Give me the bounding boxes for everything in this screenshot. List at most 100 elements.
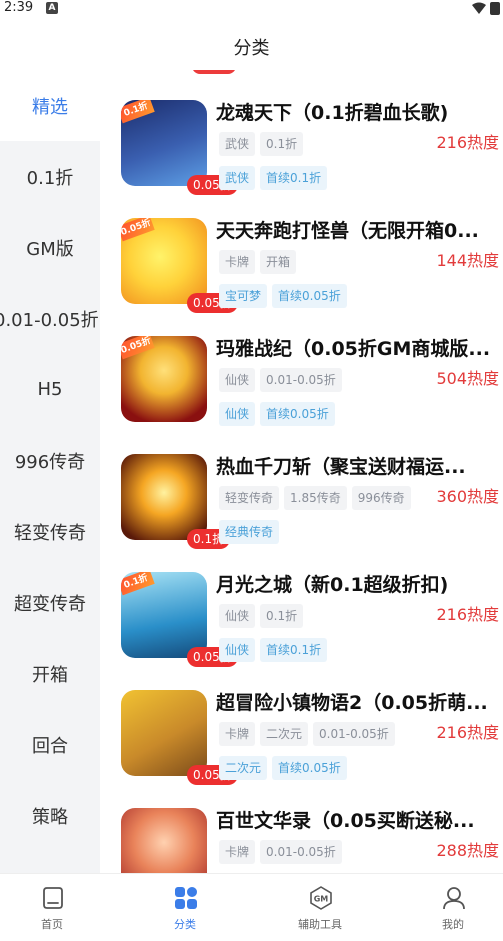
tag-row: 二次元 首续0.05折 (219, 756, 347, 780)
game-title: 玛雅战纪（0.05折GM商城版... (216, 338, 491, 360)
game-card[interactable]: 0.05折 0.05折 天天奔跑打怪兽（无限开箱0... 卡牌 开箱 宝可梦 首… (100, 188, 503, 313)
game-icon: 0.05折 (121, 218, 207, 304)
game-icon: 0.05折 (121, 336, 207, 422)
game-title: 天天奔跑打怪兽（无限开箱0... (216, 220, 479, 242)
game-icon (121, 690, 207, 776)
game-card[interactable]: 0.1折 0.05折 月光之城（新0.1超级折扣) 仙侠 0.1折 仙侠 首续0… (100, 542, 503, 667)
gm-tool-icon: GM (310, 886, 332, 910)
tag: 卡牌 (219, 250, 256, 274)
tag-row: 武侠 0.1折 (219, 132, 304, 156)
nav-tools[interactable]: GM 辅助工具 (270, 874, 370, 941)
bottom-nav: 首页 分类 GM 辅助工具 我的 (0, 873, 503, 941)
game-card[interactable]: 百世文华录（0.05买断送秘... 卡牌 0.01-0.05折 288热度 (100, 778, 503, 873)
tag: 0.01-0.05折 (260, 368, 342, 392)
nav-label: 首页 (41, 918, 63, 931)
nav-category[interactable]: 分类 (135, 874, 235, 941)
tag-row: 卡牌 开箱 (219, 250, 297, 274)
sidebar-item-0-1-discount[interactable]: 0.1折 (0, 141, 100, 212)
heat-value: 360热度 (436, 487, 499, 506)
sidebar-item-strategy[interactable]: 策略 (0, 780, 100, 851)
game-title: 热血千刀斩（聚宝送财福运... (216, 456, 466, 478)
sidebar-item-label: 开箱 (32, 664, 68, 686)
tag: 开箱 (260, 250, 297, 274)
tag: 首续0.05折 (260, 402, 335, 426)
category-sidebar: 精选 0.1折 GM版 0.01-0.05折 H5 996传奇 轻变传奇 超变传… (0, 70, 100, 873)
tag-row: 卡牌 0.01-0.05折 (219, 840, 342, 864)
game-card[interactable]: 0.1折 热血千刀斩（聚宝送财福运... 轻变传奇 1.85传奇 996传奇 经… (100, 424, 503, 549)
heat-value: 216热度 (436, 605, 499, 624)
tag: 仙侠 (219, 604, 256, 628)
tag-row: 经典传奇 (219, 520, 280, 544)
sidebar-item-label: 回合 (32, 735, 68, 757)
tag: 武侠 (219, 166, 256, 190)
game-title: 月光之城（新0.1超级折扣) (216, 574, 449, 596)
tag-row: 轻变传奇 1.85传奇 996传奇 (219, 486, 411, 510)
heat-value: 288热度 (436, 841, 499, 860)
sidebar-item-label: 0.1折 (26, 167, 74, 189)
sidebar-item-light-legend[interactable]: 轻变传奇 (0, 496, 100, 567)
page-header: 分类 (0, 18, 503, 70)
nav-label: 辅助工具 (298, 918, 342, 931)
game-icon: 0.1折 (121, 572, 207, 658)
tag: 卡牌 (219, 722, 256, 746)
tag-row: 卡牌 二次元 0.01-0.05折 (219, 722, 395, 746)
tag: 996传奇 (351, 486, 411, 510)
game-card[interactable]: 0.05折 玛雅战纪（0.05折GM商城版... 仙侠 0.01-0.05折 仙… (100, 306, 503, 426)
sidebar-item-label: 0.01-0.05折 (0, 309, 99, 331)
svg-text:GM: GM (314, 895, 329, 904)
tag: 首续0.05折 (272, 756, 347, 780)
game-art (121, 808, 207, 873)
category-icon (175, 887, 197, 909)
tag: 宝可梦 (219, 284, 268, 308)
tag: 仙侠 (219, 638, 256, 662)
tag: 卡牌 (219, 840, 256, 864)
tag-row: 仙侠 0.01-0.05折 (219, 368, 342, 392)
tag: 轻变传奇 (219, 486, 280, 510)
nav-profile[interactable]: 我的 (403, 874, 503, 941)
game-card[interactable]: 0.1折 0.05折 龙魂天下（0.1折碧血长歌) 武侠 0.1折 武侠 首续0… (100, 70, 503, 195)
sidebar-item-996-legend[interactable]: 996传奇 (0, 425, 100, 496)
sidebar-item-label: 轻变传奇 (14, 522, 86, 544)
tag: 0.01-0.05折 (313, 722, 395, 746)
tag: 0.01-0.05折 (260, 840, 342, 864)
game-title: 龙魂天下（0.1折碧血长歌) (216, 102, 449, 124)
nav-home[interactable]: 首页 (2, 874, 102, 941)
nav-label: 分类 (174, 918, 196, 931)
heat-value: 504热度 (436, 369, 499, 388)
tag: 首续0.05折 (272, 284, 347, 308)
game-icon (121, 454, 207, 540)
tag: 仙侠 (219, 368, 256, 392)
sidebar-item-label: 策略 (32, 806, 68, 828)
game-art (121, 454, 207, 540)
sidebar-item-turn-based[interactable]: 回合 (0, 709, 100, 780)
game-card[interactable]: 0.05折 超冒险小镇物语2（0.05折萌... 卡牌 二次元 0.01-0.0… (100, 660, 503, 785)
tag-row: 武侠 首续0.1折 (219, 166, 328, 190)
game-icon: 0.1折 (121, 100, 207, 186)
status-time: 2:39 (4, 0, 34, 15)
sidebar-item-featured[interactable]: 精选 (0, 70, 100, 141)
tag: 经典传奇 (219, 520, 280, 544)
game-list: 0.1折 0.05折 龙魂天下（0.1折碧血长歌) 武侠 0.1折 武侠 首续0… (100, 70, 503, 873)
tag-row: 仙侠 0.1折 (219, 604, 304, 628)
battery-icon (490, 2, 500, 15)
heat-value: 216热度 (436, 723, 499, 742)
tag: 二次元 (260, 722, 309, 746)
status-bar: 2:39 A (0, 0, 503, 18)
notification-icon: A (46, 2, 58, 14)
tag: 首续0.1折 (260, 638, 328, 662)
tag-row: 仙侠 首续0.05折 (219, 402, 335, 426)
game-title: 百世文华录（0.05买断送秘... (216, 810, 475, 832)
tag: 仙侠 (219, 402, 256, 426)
game-title: 超冒险小镇物语2（0.05折萌... (216, 692, 488, 714)
sidebar-item-box[interactable]: 开箱 (0, 638, 100, 709)
sidebar-item-0-01-0-05-discount[interactable]: 0.01-0.05折 (0, 283, 99, 354)
sidebar-item-h5[interactable]: H5 (0, 354, 100, 425)
tag-row: 仙侠 首续0.1折 (219, 638, 328, 662)
tag-row: 宝可梦 首续0.05折 (219, 284, 347, 308)
heat-value: 144热度 (436, 251, 499, 270)
nav-label: 我的 (442, 918, 464, 931)
game-icon (121, 808, 207, 873)
sidebar-item-super-legend[interactable]: 超变传奇 (0, 567, 100, 638)
tag: 1.85传奇 (284, 486, 347, 510)
sidebar-item-gm[interactable]: GM版 (0, 212, 100, 283)
